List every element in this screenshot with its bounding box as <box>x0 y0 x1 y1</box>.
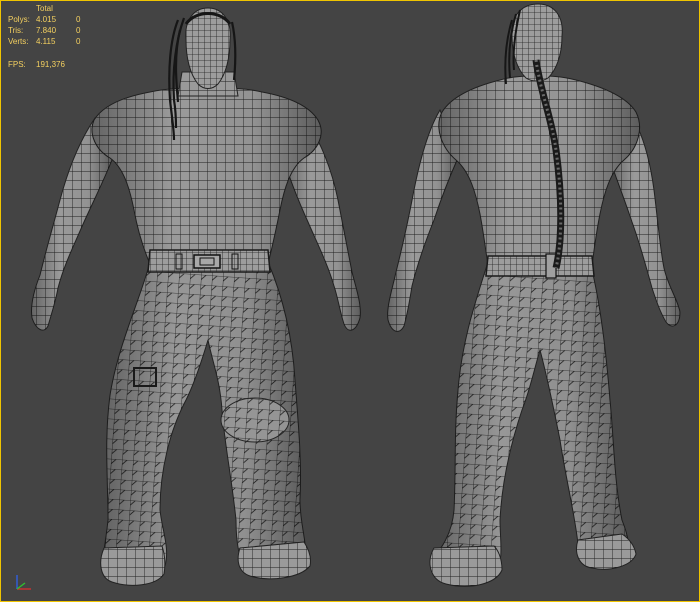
fps-value: 191,376 <box>36 60 65 69</box>
stats-total-value: 4.015 <box>36 15 57 24</box>
fps-label: FPS: <box>8 60 26 69</box>
front-right-boot <box>237 541 311 580</box>
perspective-viewport[interactable]: Total Polys: 4.015 0 Tris: 7.840 0 Verts… <box>0 0 700 602</box>
stats-total-value: 4.115 <box>36 37 56 46</box>
stats-label: Tris: <box>8 26 24 35</box>
front-belt-buckle <box>193 254 221 269</box>
axis-gizmo <box>16 575 31 590</box>
y-axis-icon <box>16 582 26 590</box>
back-belt <box>485 255 595 277</box>
stats-label: Verts: <box>8 37 29 46</box>
stats-label: Polys: <box>8 15 30 24</box>
stats-selected-value: 0 <box>76 37 81 46</box>
front-left-boot <box>100 545 166 586</box>
back-right-boot <box>576 533 637 570</box>
stats-total-value: 7.840 <box>36 26 57 35</box>
stats-selected-value: 0 <box>76 26 81 35</box>
scene-canvas[interactable] <box>0 0 700 602</box>
character-back-view[interactable] <box>387 3 681 587</box>
back-left-boot <box>429 545 503 587</box>
stats-selected-value: 0 <box>76 15 81 24</box>
stats-header-total: Total <box>36 4 53 13</box>
character-front-view[interactable] <box>31 7 361 586</box>
